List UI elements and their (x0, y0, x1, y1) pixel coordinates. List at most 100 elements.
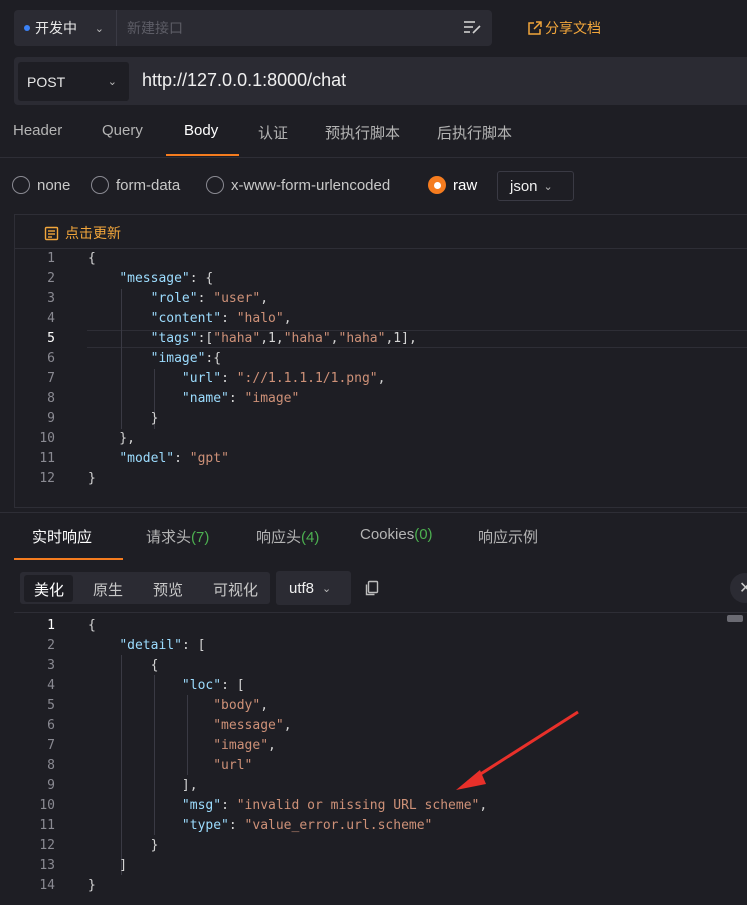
request-code-line: }, (88, 431, 135, 446)
chevron-down-icon: ⌄ (107, 76, 117, 88)
line-number: 1 (47, 618, 55, 633)
tab-pre-script[interactable]: 预执行脚本 (325, 122, 400, 143)
line-number: 3 (47, 291, 55, 306)
line-number: 8 (47, 758, 55, 773)
section-divider (0, 512, 747, 513)
tab-post-script[interactable]: 后执行脚本 (437, 122, 512, 143)
format-pretty-button[interactable]: 美化 (34, 579, 64, 600)
response-code-line: "url" (213, 758, 253, 773)
radio-label: none (37, 176, 71, 194)
share-icon (528, 20, 542, 35)
request-code-line: { (88, 251, 96, 266)
line-number: 3 (47, 658, 55, 673)
tab-response-headers[interactable]: 响应头(4) (256, 526, 319, 547)
close-icon[interactable]: ✕ (730, 573, 747, 603)
scrollbar-thumb[interactable] (727, 615, 743, 622)
method-select[interactable]: POST ⌄ (18, 62, 129, 101)
response-code-line: ], (88, 778, 198, 793)
tab-cookies[interactable]: Cookies(0) (360, 526, 433, 543)
line-number: 4 (47, 311, 55, 326)
line-number: 12 (39, 838, 55, 853)
radio-raw[interactable]: raw (428, 176, 477, 194)
encoding-label: utf8 (289, 579, 315, 597)
tab-header[interactable]: Header (13, 122, 62, 139)
line-number: 5 (47, 698, 55, 713)
line-number: 10 (39, 431, 55, 446)
environment-select[interactable]: 开发中 ⌄ (14, 10, 117, 46)
chevron-down-icon: ⌄ (322, 582, 332, 595)
response-code-line: } (88, 878, 96, 893)
tab-auth[interactable]: 认证 (258, 122, 288, 143)
url-input[interactable]: http://127.0.0.1:8000/chat (142, 70, 346, 91)
update-icon (44, 226, 59, 240)
response-code-line: "image", (213, 738, 276, 753)
radio-urlencoded[interactable]: x-www-form-urlencoded (206, 176, 390, 194)
line-number: 5 (47, 331, 55, 346)
tab-live-response[interactable]: 实时响应 (32, 526, 92, 547)
method-label: POST (27, 73, 66, 90)
format-raw-button[interactable]: 原生 (93, 579, 123, 600)
line-number: 11 (39, 818, 55, 833)
radio-label: x-www-form-urlencoded (231, 176, 391, 194)
request-code-line: "message": { (119, 271, 214, 286)
response-code-line: "loc": [ (181, 678, 245, 693)
format-preview-button[interactable]: 预览 (153, 579, 183, 600)
radio-label: form-data (116, 176, 181, 194)
tab-query[interactable]: Query (102, 122, 143, 139)
tab-label: Cookies (360, 526, 415, 543)
active-response-tab-indicator (14, 558, 123, 560)
line-number: 8 (47, 391, 55, 406)
chevron-down-icon: ⌄ (94, 22, 104, 35)
tab-body[interactable]: Body (184, 122, 218, 139)
refresh-button[interactable]: 点击更新 (44, 223, 121, 243)
update-label: 点击更新 (65, 225, 121, 241)
response-code-line: } (88, 838, 159, 853)
count-badge: (7) (191, 529, 210, 546)
line-number: 6 (47, 718, 55, 733)
line-number: 7 (47, 371, 55, 386)
line-number: 12 (39, 471, 55, 486)
env-status-dot (24, 25, 30, 31)
response-code-line: "msg": "invalid or missing URL scheme", (181, 798, 488, 813)
radio-label: raw (453, 176, 478, 194)
radio-form-data[interactable]: form-data (91, 176, 180, 194)
request-code-line: "content": "halo", (150, 311, 292, 326)
tab-request-headers[interactable]: 请求头(7) (146, 526, 209, 547)
raw-format-select[interactable]: json ⌄ (497, 171, 574, 201)
request-code-line: "name": "image" (181, 391, 300, 406)
radio-none[interactable]: none (12, 176, 70, 194)
new-api-input[interactable]: 新建接口 (127, 10, 183, 46)
response-code-line: { (88, 658, 159, 673)
request-code-line: "image":{ (150, 351, 222, 366)
line-number: 6 (47, 351, 55, 366)
response-code-line: "detail": [ (119, 638, 206, 653)
raw-format-label: json (510, 177, 538, 195)
radio-circle-selected (428, 176, 446, 194)
request-tabs: Header Query Body 认证 预执行脚本 后执行脚本 (0, 115, 747, 158)
tab-response-example[interactable]: 响应示例 (478, 526, 538, 547)
request-code-line: "role": "user", (150, 291, 269, 306)
request-code-line: } (88, 411, 159, 426)
line-number: 1 (47, 251, 55, 266)
line-number: 10 (39, 798, 55, 813)
active-tab-indicator (166, 154, 239, 156)
request-code-line: "url": "://1.1.1.1/1.png", (181, 371, 386, 386)
format-visualize-button[interactable]: 可视化 (213, 579, 258, 600)
response-code-line: "message", (213, 718, 292, 733)
line-number: 13 (39, 858, 55, 873)
edit-list-icon[interactable] (462, 18, 482, 36)
radio-circle (91, 176, 109, 194)
radio-circle (12, 176, 30, 194)
tab-label: 请求头 (146, 529, 192, 546)
share-doc-button[interactable]: 分享文档 (527, 18, 601, 38)
count-badge: (4) (301, 529, 320, 546)
radio-circle (206, 176, 224, 194)
line-number: 11 (39, 451, 55, 466)
share-doc-label: 分享文档 (545, 20, 601, 36)
encoding-select[interactable]: utf8 ⌄ (276, 571, 351, 605)
request-code-line: "tags":["haha",1,"haha","haha",1], (150, 331, 417, 346)
line-number: 4 (47, 678, 55, 693)
copy-icon[interactable] (364, 580, 380, 597)
request-code-line: } (88, 471, 96, 486)
annotation-arrow (456, 710, 579, 790)
